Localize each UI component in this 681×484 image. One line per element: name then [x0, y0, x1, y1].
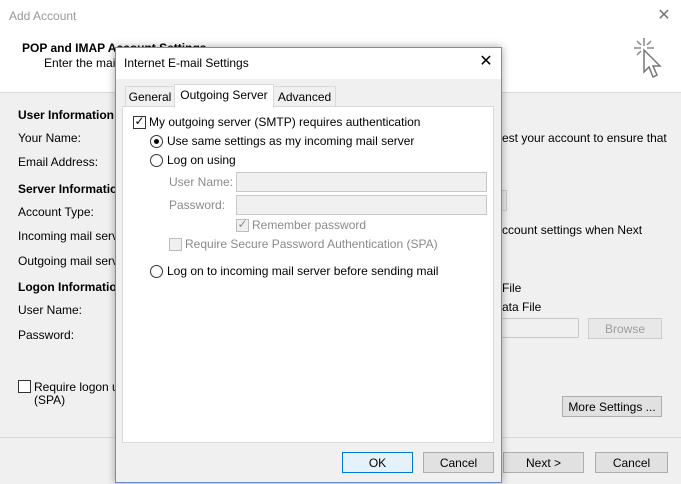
- user-information-heading: User Information: [18, 108, 115, 122]
- bg-cancel-button[interactable]: Cancel: [595, 452, 668, 473]
- tab-advanced[interactable]: Advanced: [273, 86, 336, 106]
- add-account-titlebar: [0, 0, 681, 32]
- new-data-file-label: File: [502, 281, 522, 295]
- use-same-settings-radio[interactable]: [150, 135, 163, 148]
- log-on-using-label: Log on using: [167, 153, 236, 167]
- internet-email-settings-dialog: Internet E-mail Settings ✕ General Outgo…: [115, 47, 502, 483]
- data-file-path-input[interactable]: [495, 318, 579, 338]
- add-account-title: Add Account: [9, 9, 77, 23]
- logon-information-heading: Logon Information: [18, 280, 124, 294]
- browse-button[interactable]: Browse: [588, 318, 662, 339]
- next-test-text: ccount settings when Next: [502, 223, 643, 237]
- require-logon-spa-checkbox[interactable]: [18, 380, 31, 393]
- outgoing-server-panel: ✓ My outgoing server (SMTP) requires aut…: [122, 106, 494, 443]
- log-on-incoming-radio[interactable]: [150, 265, 163, 278]
- checkmark-icon: ✓: [134, 114, 145, 128]
- existing-data-file-label: ata File: [502, 300, 542, 314]
- dialog-password-label: Password:: [169, 198, 226, 212]
- tab-outgoing-server[interactable]: Outgoing Server: [174, 84, 274, 108]
- email-address-label: Email Address:: [18, 155, 99, 169]
- dialog-user-name-input[interactable]: [236, 172, 487, 192]
- smtp-auth-label: My outgoing server (SMTP) requires authe…: [149, 115, 421, 129]
- dialog-user-name-label: User Name:: [169, 175, 234, 189]
- remember-password-label: Remember password: [252, 218, 367, 232]
- remember-password-checkbox[interactable]: ✓: [236, 217, 249, 232]
- radio-selected-dot: [154, 139, 159, 144]
- log-on-using-radio[interactable]: [150, 154, 163, 167]
- tab-general[interactable]: General: [125, 86, 175, 106]
- user-name-label: User Name:: [18, 303, 83, 317]
- smtp-auth-checkbox[interactable]: ✓: [133, 114, 146, 129]
- checkmark-icon: ✓: [237, 217, 248, 231]
- test-account-text: est your account to ensure that: [502, 131, 667, 145]
- use-same-settings-label: Use same settings as my incoming mail se…: [167, 134, 415, 148]
- next-button[interactable]: Next >: [503, 452, 584, 473]
- require-spa-label: Require Secure Password Authentication (…: [185, 237, 438, 251]
- cursor-sparkle-icon: [634, 38, 662, 79]
- add-account-close-icon[interactable]: ✕: [654, 6, 674, 26]
- account-type-label: Account Type:: [18, 205, 94, 219]
- server-information-heading: Server Information: [18, 182, 125, 196]
- password-label: Password:: [18, 328, 75, 342]
- dialog-title: Internet E-mail Settings: [124, 56, 249, 70]
- your-name-label: Your Name:: [18, 131, 81, 145]
- dialog-password-input[interactable]: [236, 195, 487, 215]
- more-settings-button[interactable]: More Settings ...: [562, 396, 662, 417]
- require-logon-spa-sublabel: (SPA): [34, 393, 66, 407]
- require-spa-checkbox[interactable]: [169, 238, 182, 251]
- dialog-cancel-button[interactable]: Cancel: [423, 452, 494, 473]
- dialog-close-icon[interactable]: ✕: [476, 52, 496, 72]
- log-on-incoming-label: Log on to incoming mail server before se…: [167, 264, 439, 278]
- ok-button[interactable]: OK: [342, 452, 413, 473]
